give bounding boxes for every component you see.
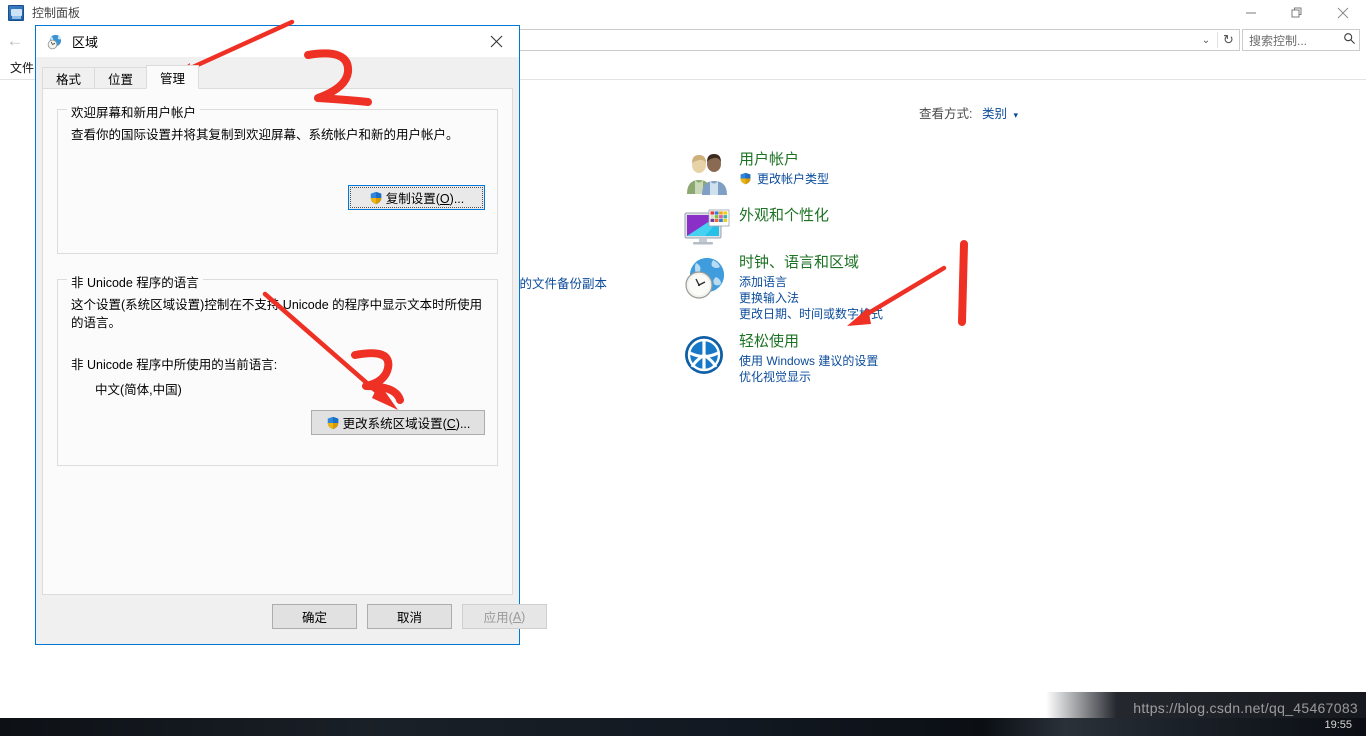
category-title[interactable]: 轻松使用 <box>739 332 1103 351</box>
category-appearance: 外观和个性化 <box>683 206 1103 250</box>
cancel-button[interactable]: 取消 <box>367 604 452 629</box>
category-list: 用户帐户 更改帐户类型 外观和个性化 时钟、语言和区域 添加语言 更换输入法 更… <box>683 150 1103 395</box>
category-ease-of-access: 轻松使用 使用 Windows 建议的设置 优化视觉显示 <box>683 332 1103 392</box>
ok-button[interactable]: 确定 <box>272 604 357 629</box>
chevron-down-icon[interactable]: ⌄ <box>1195 35 1217 46</box>
apply-button: 应用(A) <box>462 604 547 629</box>
search-placeholder: 搜索控制... <box>1249 33 1308 48</box>
category-link-label: 更改帐户类型 <box>757 172 830 186</box>
tab-format[interactable]: 格式 <box>42 67 96 89</box>
dialog-titlebar: 区域 <box>36 26 519 57</box>
category-clock-language-region: 时钟、语言和区域 添加语言 更换输入法 更改日期、时间或数字格式 <box>683 253 1103 329</box>
category-link-optimize-visual-display[interactable]: 优化视觉显示 <box>739 369 1103 385</box>
category-link-add-language[interactable]: 添加语言 <box>739 274 1103 290</box>
taskbar-background <box>0 718 1366 736</box>
taskbar-clock: 19:55 <box>1324 719 1352 731</box>
category-link-change-date-time-number-format[interactable]: 更改日期、时间或数字格式 <box>739 306 1103 322</box>
control-panel-icon <box>8 4 24 21</box>
button-label: 复制设置(O)... <box>385 192 465 206</box>
dialog-body: 格式 位置 管理 欢迎屏幕和新用户帐户 查看你的国际设置并将其复制到欢迎屏幕、系… <box>36 57 547 644</box>
category-link-change-input-method[interactable]: 更换输入法 <box>739 290 1103 306</box>
minimize-button[interactable] <box>1228 0 1274 25</box>
taskbar: 19:55 <box>0 718 1366 736</box>
tab-administrative[interactable]: 管理 <box>146 65 200 89</box>
appearance-personalization-icon <box>683 208 731 252</box>
restore-button[interactable] <box>1274 0 1320 25</box>
group-description: 查看你的国际设置并将其复制到欢迎屏幕、系统帐户和新的用户帐户。 <box>71 128 459 142</box>
category-user-accounts: 用户帐户 更改帐户类型 <box>683 150 1103 203</box>
watermark: https://blog.csdn.net/qq_45467083 <box>1133 700 1358 716</box>
magnifier-icon <box>1339 32 1359 48</box>
category-title[interactable]: 时钟、语言和区域 <box>739 253 1103 272</box>
category-link-recommended-settings[interactable]: 使用 Windows 建议的设置 <box>739 353 1103 369</box>
category-title[interactable]: 用户帐户 <box>739 150 1103 169</box>
category-link-change-account-type[interactable]: 更改帐户类型 <box>739 171 1103 187</box>
shield-icon <box>326 416 340 430</box>
tab-location[interactable]: 位置 <box>94 67 148 89</box>
group-non-unicode-language: 非 Unicode 程序的语言 这个设置(系统区域设置)控制在不支持 Unico… <box>57 272 498 466</box>
obscured-link-fragment-1[interactable]: 你的文件备份副本 <box>507 273 607 292</box>
user-accounts-icon <box>683 152 731 196</box>
view-by-value[interactable]: 类别 <box>982 107 1007 121</box>
tab-panel-administrative: 欢迎屏幕和新用户帐户 查看你的国际设置并将其复制到欢迎屏幕、系统帐户和新的用户帐… <box>42 88 513 595</box>
group-legend: 非 Unicode 程序的语言 <box>67 272 203 291</box>
dialog-title: 区域 <box>72 35 99 50</box>
region-dialog: 区域 格式 位置 管理 欢迎屏幕和新用户帐户 查看你的国际设置并将其复制到欢迎屏… <box>35 25 547 645</box>
view-by-control: 查看方式: 类别 ▾ <box>919 103 1018 122</box>
group-description: 这个设置(系统区域设置)控制在不支持 Unicode 的程序中显示文本时所使用的… <box>71 298 483 330</box>
current-language-value: 中文(简体,中国) <box>95 383 182 397</box>
button-label: 更改系统区域设置(C)... <box>342 417 471 431</box>
ease-of-access-icon <box>683 334 731 378</box>
group-legend: 欢迎屏幕和新用户帐户 <box>67 102 201 121</box>
window-title: 控制面板 <box>32 6 81 20</box>
window-titlebar: 控制面板 <box>0 0 1366 25</box>
chevron-down-icon[interactable]: ▾ <box>1013 110 1018 120</box>
change-system-locale-button[interactable]: 更改系统区域设置(C)... <box>311 410 485 435</box>
region-globe-icon <box>47 34 63 50</box>
group-welcome-screen-accounts: 欢迎屏幕和新用户帐户 查看你的国际设置并将其复制到欢迎屏幕、系统帐户和新的用户帐… <box>57 102 498 254</box>
refresh-icon[interactable]: ↻ <box>1217 32 1239 48</box>
current-language-label: 非 Unicode 程序中所使用的当前语言: <box>71 358 278 372</box>
clock-language-region-icon <box>683 255 731 299</box>
tab-strip: 格式 位置 管理 <box>42 65 200 89</box>
window-controls <box>1228 0 1366 25</box>
category-title[interactable]: 外观和个性化 <box>739 206 1103 225</box>
back-icon[interactable]: ← <box>0 32 30 49</box>
close-button[interactable] <box>1320 0 1366 25</box>
copy-settings-button[interactable]: 复制设置(O)... <box>348 185 485 210</box>
view-by-label: 查看方式: <box>919 107 973 121</box>
close-icon[interactable] <box>474 26 519 57</box>
shield-icon <box>739 172 752 185</box>
search-input[interactable]: 搜索控制... <box>1242 29 1360 51</box>
shield-icon <box>369 191 383 205</box>
